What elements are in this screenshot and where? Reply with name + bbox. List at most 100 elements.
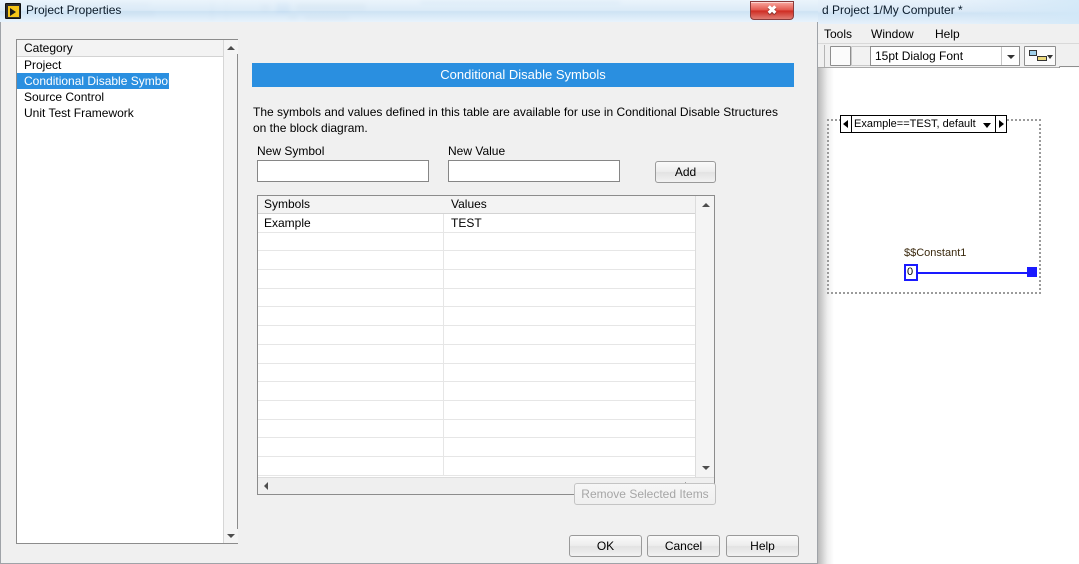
table-row[interactable] (258, 419, 696, 439)
project-properties-dialog[interactable]: Project Properties ✖ Category Project Co… (0, 0, 818, 564)
new-value-label: New Value (448, 144, 506, 158)
cell-symbol[interactable] (258, 326, 444, 344)
column-header-symbols: Symbols (264, 197, 311, 211)
cell-symbol[interactable] (258, 251, 444, 270)
table-row[interactable] (258, 344, 696, 364)
pane-description: The symbols and values defined in this t… (253, 105, 778, 135)
align-objects-icon[interactable] (851, 46, 872, 66)
cell-symbol[interactable] (258, 288, 444, 307)
cell-value[interactable] (445, 326, 696, 344)
block-diagram-window[interactable]: d Project 1/My Computer * Tools Window H… (818, 0, 1079, 564)
cell-value[interactable] (445, 270, 696, 288)
cell-symbol[interactable] (258, 438, 444, 456)
table-row[interactable] (258, 400, 696, 420)
ok-button[interactable]: OK (569, 535, 642, 557)
cell-value[interactable] (445, 457, 696, 475)
block-diagram-menubar: Tools Window Help (818, 24, 1079, 44)
table-row[interactable]: Example TEST (258, 214, 696, 233)
font-selector[interactable]: 15pt Dialog Font (870, 46, 1020, 66)
table-row[interactable] (258, 288, 696, 308)
scroll-down-icon[interactable] (696, 460, 715, 477)
scroll-left-icon[interactable] (258, 478, 275, 494)
font-selector-value: 15pt Dialog Font (875, 49, 964, 63)
cell-symbol[interactable] (258, 419, 444, 438)
cell-symbol[interactable] (258, 382, 444, 400)
pane-title: Conditional Disable Symbols (252, 63, 794, 87)
scroll-up-icon[interactable] (224, 40, 238, 54)
cell-value[interactable] (445, 307, 696, 325)
block-diagram-title: d Project 1/My Computer * (822, 3, 963, 17)
cell-value[interactable] (445, 420, 696, 438)
cell-value[interactable] (445, 251, 696, 269)
cell-value[interactable] (445, 233, 696, 251)
chevron-down-icon[interactable] (1001, 47, 1019, 65)
cell-symbol[interactable] (258, 232, 444, 251)
chevron-left-icon[interactable] (841, 116, 851, 132)
cell-value[interactable]: TEST (445, 214, 696, 232)
symbols-table[interactable]: Symbols Values Example TEST (257, 195, 715, 495)
table-row[interactable] (258, 270, 696, 289)
cell-symbol[interactable]: Example (258, 214, 444, 232)
new-symbol-input[interactable] (257, 160, 429, 182)
scroll-up-icon[interactable] (696, 196, 715, 213)
help-button[interactable]: Help (726, 535, 799, 557)
table-row[interactable] (258, 307, 696, 327)
close-icon: ✖ (766, 3, 778, 17)
category-item-project[interactable]: Project (17, 57, 224, 73)
category-item-unit-test-framework[interactable]: Unit Test Framework (17, 105, 224, 121)
cancel-button[interactable]: Cancel (647, 535, 720, 557)
table-row[interactable] (258, 326, 696, 345)
new-symbol-label: New Symbol (257, 144, 325, 158)
wire-terminal[interactable] (1027, 267, 1037, 277)
cell-value[interactable] (445, 438, 696, 456)
block-diagram-toolbar: 15pt Dialog Font (818, 44, 1079, 86)
cell-symbol[interactable] (258, 400, 444, 419)
remove-selected-items-button[interactable]: Remove Selected Items (574, 483, 716, 505)
table-row[interactable] (258, 232, 696, 252)
menu-window[interactable]: Window (867, 26, 918, 42)
cell-symbol[interactable] (258, 344, 444, 363)
table-vertical-scrollbar[interactable] (695, 196, 714, 477)
dialog-titlebar[interactable]: Project Properties ✖ (0, 0, 818, 22)
scroll-down-icon[interactable] (224, 529, 238, 543)
chevron-right-icon[interactable] (996, 116, 1006, 132)
cell-symbol[interactable] (258, 363, 444, 382)
cell-symbol[interactable] (258, 456, 444, 475)
cell-value[interactable] (445, 364, 696, 382)
add-button[interactable]: Add (655, 161, 716, 183)
category-scrollbar[interactable] (223, 40, 238, 543)
new-value-input[interactable] (448, 160, 620, 182)
category-item-source-control[interactable]: Source Control (17, 89, 224, 105)
conditional-disable-structure[interactable] (827, 119, 1041, 294)
numeric-constant[interactable]: 0 (904, 264, 918, 281)
cell-value[interactable] (445, 345, 696, 363)
cell-value[interactable] (445, 401, 696, 419)
table-row[interactable] (258, 251, 696, 271)
category-item-label: Source Control (24, 90, 105, 104)
constant-label: $$Constant1 (904, 247, 967, 259)
menu-tools[interactable]: Tools (820, 26, 856, 42)
category-item-label: Unit Test Framework (24, 106, 134, 120)
block-diagram-titlebar: d Project 1/My Computer * (818, 0, 1079, 24)
table-row[interactable] (258, 382, 696, 401)
subdiagram-selector[interactable]: Example==TEST, default (840, 115, 1007, 133)
column-header-values: Values (451, 197, 487, 211)
table-row[interactable] (258, 456, 696, 476)
cell-value[interactable] (445, 382, 696, 400)
labview-project-icon (5, 3, 21, 19)
close-button[interactable]: ✖ (750, 1, 794, 20)
table-row[interactable] (258, 438, 696, 457)
table-header-row: Symbols Values (258, 196, 696, 214)
cell-symbol[interactable] (258, 307, 444, 326)
distribute-objects-icon[interactable] (1024, 46, 1056, 66)
wire[interactable] (918, 272, 1032, 274)
cell-value[interactable] (445, 289, 696, 307)
dialog-body: Category Project Conditional Disable Sym… (0, 22, 818, 564)
category-list[interactable]: Category Project Conditional Disable Sym… (16, 39, 238, 544)
reorder-icon[interactable] (830, 46, 851, 66)
cell-symbol[interactable] (258, 270, 444, 288)
category-item-conditional-disable-symbols[interactable]: Conditional Disable Symbols (17, 73, 177, 89)
table-row[interactable] (258, 363, 696, 383)
subdiagram-selector-label: Example==TEST, default (851, 116, 996, 132)
menu-help[interactable]: Help (931, 26, 964, 42)
